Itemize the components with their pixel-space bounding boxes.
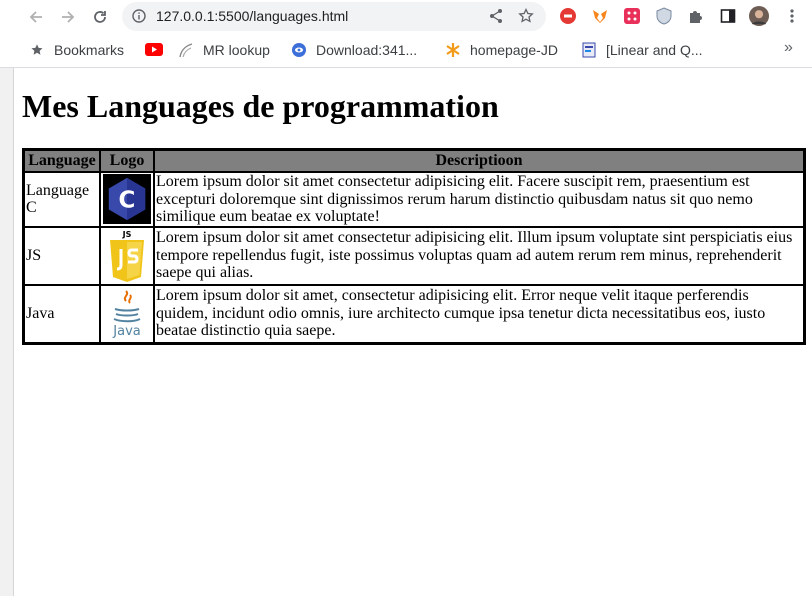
mr-lookup-icon: [177, 41, 195, 59]
bookmarks-overflow-button[interactable]: »: [784, 39, 793, 57]
description-cell: Lorem ipsum dolor sit amet consectetur a…: [154, 226, 804, 285]
js-language-logo: JS: [103, 229, 151, 283]
back-button[interactable]: [24, 5, 48, 29]
bookmark-label: Bookmarks: [54, 42, 125, 58]
star-icon: [28, 41, 46, 59]
languages-table: Language Logo Descriptioon Language C C …: [22, 148, 806, 345]
asterisk-icon: [444, 41, 462, 59]
site-info-icon[interactable]: [132, 9, 146, 28]
table-row: Language C C Lorem ipsum dolor sit amet …: [24, 172, 804, 227]
bookmarks-bar: Bookmarks MR lookup Download:341... home…: [0, 34, 812, 68]
bookmark-download[interactable]: Download:341...: [290, 40, 417, 60]
logo-cell: Java: [100, 284, 154, 343]
url-text[interactable]: 127.0.0.1:5500/languages.html: [156, 8, 348, 24]
bookmark-label: Download:341...: [316, 42, 418, 58]
c-language-logo: C: [103, 174, 151, 225]
reload-button[interactable]: [88, 5, 112, 29]
bookmark-homepage-jd[interactable]: homepage-JD: [444, 40, 558, 60]
extensions-puzzle-icon[interactable]: [686, 6, 706, 26]
browser-toolbar: 127.0.0.1:5500/languages.html: [0, 0, 812, 34]
youtube-icon: [145, 41, 163, 59]
java-language-logo: Java: [103, 287, 151, 341]
reload-icon: [94, 11, 106, 23]
logo-cell: JS: [100, 226, 154, 285]
description-cell: Lorem ipsum dolor sit amet, consectetur …: [154, 284, 804, 343]
shield-extension-icon[interactable]: [654, 6, 674, 26]
js-shield-icon: JS: [110, 230, 144, 282]
logo-cell: C: [100, 172, 154, 227]
svg-text:JS: JS: [122, 230, 132, 239]
column-header-language: Language: [24, 150, 100, 172]
table-header-row: Language Logo Descriptioon: [24, 150, 804, 172]
arrow-right-icon: [62, 11, 75, 23]
bookmark-label: MR lookup: [203, 42, 270, 58]
column-header-description: Descriptioon: [154, 150, 804, 172]
side-panel-icon[interactable]: [718, 6, 738, 26]
bookmark-label: [Linear and Q...: [606, 42, 703, 58]
column-header-logo: Logo: [100, 150, 154, 172]
arrow-left-icon: [29, 11, 42, 23]
download-site-icon: [290, 41, 308, 59]
svg-text:C: C: [119, 188, 136, 214]
forward-button[interactable]: [56, 5, 80, 29]
svg-text:Java: Java: [112, 324, 140, 339]
bookmark-label: homepage-JD: [470, 42, 558, 58]
share-icon[interactable]: [488, 8, 504, 29]
profile-avatar[interactable]: [749, 6, 769, 26]
description-cell: Lorem ipsum dolor sit amet consectetur a…: [154, 172, 804, 227]
c-hexagon-icon: C: [108, 178, 146, 221]
bookmark-youtube[interactable]: [145, 40, 171, 60]
book-icon: [580, 41, 598, 59]
language-name-cell: Language C: [24, 172, 100, 227]
bookmark-bookmarks[interactable]: Bookmarks: [28, 40, 124, 60]
bookmark-linear[interactable]: [Linear and Q...: [580, 40, 703, 60]
java-coffee-cup-icon: Java: [112, 289, 141, 339]
language-name-cell: Java: [24, 284, 100, 343]
bookmark-mr-lookup[interactable]: MR lookup: [177, 40, 270, 60]
window-left-edge: [0, 68, 14, 596]
adblock-extension-icon[interactable]: [558, 6, 578, 26]
todoist-extension-icon[interactable]: [622, 6, 642, 26]
metamask-fox-icon[interactable]: [590, 6, 610, 26]
language-name-cell: JS: [24, 226, 100, 285]
more-menu-icon[interactable]: [782, 6, 802, 26]
table-row: Java Java Lorem ipsum dolor sit amet, co…: [24, 284, 804, 343]
address-bar[interactable]: 127.0.0.1:5500/languages.html: [122, 2, 546, 31]
table-row: JS JS Lorem ipsum dolor sit amet consect…: [24, 226, 804, 285]
bookmark-star-icon[interactable]: [518, 7, 534, 29]
page-title: Mes Languages de programmation: [22, 88, 499, 124]
